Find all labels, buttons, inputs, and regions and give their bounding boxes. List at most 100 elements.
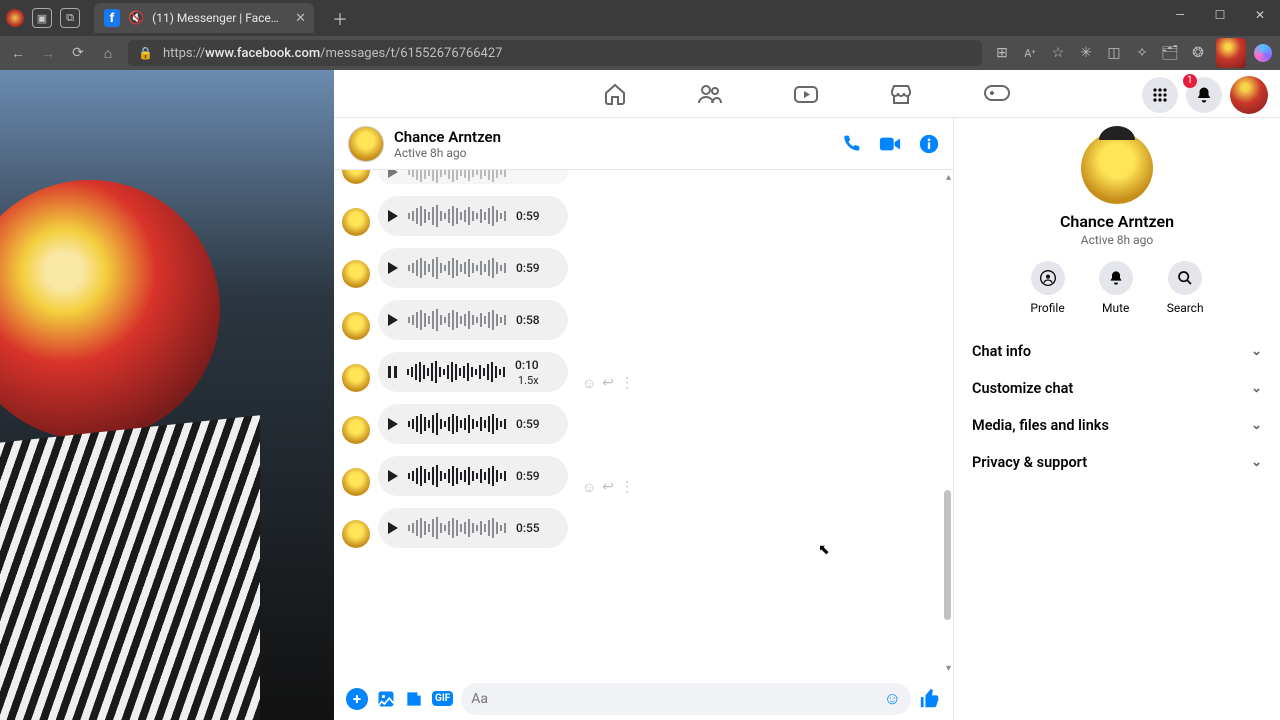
voice-message-bubble[interactable]: 0:101.5x <box>378 352 568 392</box>
browser-tab[interactable]: f 🔇 (11) Messenger | Facebook ✕ <box>94 3 314 33</box>
send-like-button[interactable] <box>919 688 941 710</box>
scroll-up-icon[interactable]: ▴ <box>946 172 951 183</box>
voice-message-bubble[interactable]: 0:59 <box>378 248 568 288</box>
play-icon[interactable] <box>388 210 398 222</box>
stickers-icon[interactable] <box>404 689 424 709</box>
collections-icon[interactable]: 🗂 <box>1160 45 1180 61</box>
favorite-icon[interactable]: ☆ <box>1048 45 1068 61</box>
browser-profile-icon[interactable] <box>6 9 24 27</box>
voice-message-bubble[interactable] <box>378 170 568 184</box>
app-available-icon[interactable]: ⊞ <box>992 45 1012 61</box>
play-icon[interactable] <box>388 262 398 274</box>
play-icon[interactable] <box>388 170 398 178</box>
conversation-panel: Chance Arntzen Active 8h ago <box>334 118 954 720</box>
read-aloud-icon[interactable]: A⁺ <box>1020 47 1040 60</box>
react-icon[interactable]: ☺ <box>582 375 596 392</box>
browser-avatar-icon[interactable] <box>1216 38 1246 68</box>
info-section-label: Customize chat <box>972 380 1073 397</box>
voice-message-row: 0:58 <box>342 300 943 340</box>
lock-icon[interactable]: 🔒 <box>138 46 153 60</box>
back-icon[interactable]: ← <box>8 45 28 62</box>
info-section-row[interactable]: Media, files and links⌄ <box>964 407 1270 444</box>
info-section-label: Chat info <box>972 343 1031 360</box>
playback-speed[interactable]: 1.5x <box>518 374 539 387</box>
message-input[interactable] <box>471 691 883 707</box>
more-icon[interactable]: ⋮ <box>620 375 634 392</box>
scroll-down-icon[interactable]: ▾ <box>946 663 951 674</box>
pause-icon[interactable] <box>388 366 397 378</box>
open-more-actions-button[interactable]: + <box>346 688 368 710</box>
video-call-icon[interactable] <box>879 134 901 154</box>
sender-avatar[interactable] <box>342 312 370 340</box>
more-icon[interactable]: ⋮ <box>620 479 634 496</box>
new-tab-button[interactable]: ＋ <box>332 6 348 30</box>
play-icon[interactable] <box>388 418 398 430</box>
favorites-bar-icon[interactable]: ✧ <box>1132 45 1152 61</box>
nav-friends-icon[interactable] <box>697 82 723 106</box>
react-icon[interactable]: ☺ <box>582 479 596 496</box>
reply-icon[interactable]: ↩ <box>602 479 614 496</box>
sender-avatar[interactable] <box>342 416 370 444</box>
info-section-row[interactable]: Chat info ⌄ <box>964 333 1270 370</box>
attach-image-icon[interactable] <box>376 689 396 709</box>
nav-video-icon[interactable] <box>793 82 819 106</box>
reply-icon[interactable]: ↩ <box>602 375 614 392</box>
window-maximize-button[interactable]: ☐ <box>1200 0 1240 30</box>
search-action[interactable]: Search <box>1167 261 1204 315</box>
audio-call-icon[interactable] <box>841 134 861 154</box>
nav-home-icon[interactable] <box>603 82 627 106</box>
emoji-picker-icon[interactable]: ☺ <box>884 689 901 709</box>
info-avatar[interactable] <box>1081 132 1153 204</box>
split-screen-icon[interactable]: ◫ <box>1104 45 1124 61</box>
copilot-icon[interactable] <box>1254 44 1272 62</box>
nav-marketplace-icon[interactable] <box>889 82 913 106</box>
tab-mute-icon[interactable]: 🔇 <box>128 11 144 26</box>
info-section-row[interactable]: Customize chat⌄ <box>964 370 1270 407</box>
mute-label: Mute <box>1102 301 1129 315</box>
conversation-info-icon[interactable] <box>919 134 939 154</box>
url-field[interactable]: 🔒 https://www.facebook.com/messages/t/61… <box>128 40 982 66</box>
voice-message-bubble[interactable]: 0:59 <box>378 404 568 444</box>
tab-actions-icon[interactable]: ⧉ <box>60 8 80 28</box>
window-close-button[interactable]: ✕ <box>1240 0 1280 30</box>
browser-essentials-icon[interactable]: ❂ <box>1188 45 1208 61</box>
play-icon[interactable] <box>388 522 398 534</box>
reload-icon[interactable]: ⟳ <box>68 45 88 61</box>
workspaces-icon[interactable]: ▣ <box>32 8 52 28</box>
menu-grid-button[interactable] <box>1142 77 1178 113</box>
voice-message-bubble[interactable]: 0:59 <box>378 456 568 496</box>
tab-title: (11) Messenger | Facebook <box>152 11 281 25</box>
contact-avatar[interactable] <box>348 126 384 162</box>
nav-gaming-icon[interactable] <box>983 82 1011 106</box>
extensions-icon[interactable]: ✳ <box>1076 45 1096 61</box>
sender-avatar[interactable] <box>342 468 370 496</box>
sender-avatar[interactable] <box>342 170 370 184</box>
play-icon[interactable] <box>388 314 398 326</box>
sender-avatar[interactable] <box>342 364 370 392</box>
notifications-button[interactable]: 1 <box>1186 77 1222 113</box>
message-input-wrapper[interactable]: ☺ <box>461 683 911 715</box>
facebook-top-nav: 1 <box>334 70 1280 118</box>
scrollbar-thumb[interactable] <box>944 490 951 620</box>
url-text: https://www.facebook.com/messages/t/6155… <box>163 46 503 61</box>
chevron-down-icon: ⌄ <box>1251 418 1262 433</box>
chevron-down-icon: ⌄ <box>1251 344 1262 359</box>
voice-message-bubble[interactable]: 0:58 <box>378 300 568 340</box>
voice-message-bubble[interactable]: 0:55 <box>378 508 568 548</box>
home-icon[interactable]: ⌂ <box>98 45 118 62</box>
gif-button[interactable]: GIF <box>432 691 453 706</box>
play-icon[interactable] <box>388 470 398 482</box>
sender-avatar[interactable] <box>342 520 370 548</box>
sender-avatar[interactable] <box>342 208 370 236</box>
mute-action[interactable]: Mute <box>1099 261 1133 315</box>
sender-avatar[interactable] <box>342 260 370 288</box>
profile-action[interactable]: Profile <box>1030 261 1064 315</box>
voice-message-bubble[interactable]: 0:59 <box>378 196 568 236</box>
info-section-row[interactable]: Privacy & support⌄ <box>964 444 1270 481</box>
account-avatar[interactable] <box>1230 76 1268 114</box>
window-minimize-button[interactable]: ― <box>1160 0 1200 30</box>
info-name[interactable]: Chance Arntzen <box>964 212 1270 231</box>
contact-name[interactable]: Chance Arntzen <box>394 128 501 146</box>
close-tab-icon[interactable]: ✕ <box>295 11 306 26</box>
message-list[interactable]: ▴ ▾ 0:59 0:59 0:58 <box>334 170 953 676</box>
